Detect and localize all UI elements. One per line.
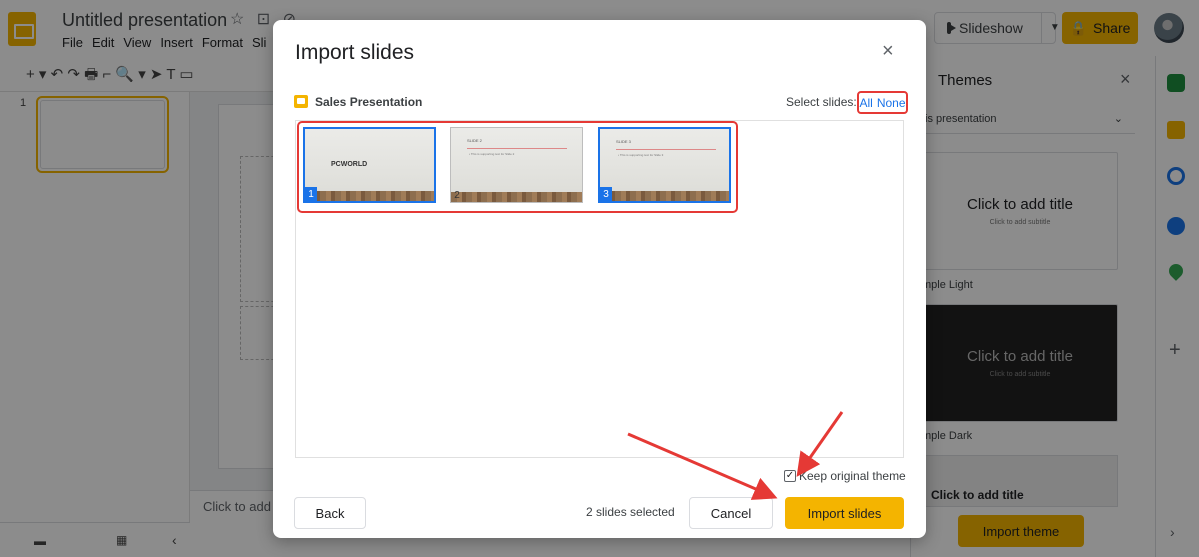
dialog-title: Import slides [295, 41, 415, 64]
keep-theme-row[interactable]: ✓ Keep original theme [784, 469, 906, 483]
cancel-button[interactable]: Cancel [689, 497, 773, 529]
select-none-link[interactable]: None [877, 96, 906, 110]
presentation-icon [294, 95, 308, 108]
select-slides-label: Select slides: [786, 95, 857, 109]
keep-theme-label: Keep original theme [799, 469, 906, 483]
select-all-link[interactable]: All [859, 96, 872, 110]
back-button[interactable]: Back [294, 497, 366, 529]
close-icon[interactable]: × [882, 40, 894, 63]
import-slides-button[interactable]: Import slides [785, 497, 904, 529]
source-presentation-name: Sales Presentation [315, 95, 423, 109]
selected-count: 2 slides selected [586, 505, 675, 519]
keep-theme-checkbox[interactable]: ✓ [784, 470, 796, 482]
thumbnails-highlight-box [297, 121, 738, 213]
select-links-highlight: All None [857, 91, 908, 114]
